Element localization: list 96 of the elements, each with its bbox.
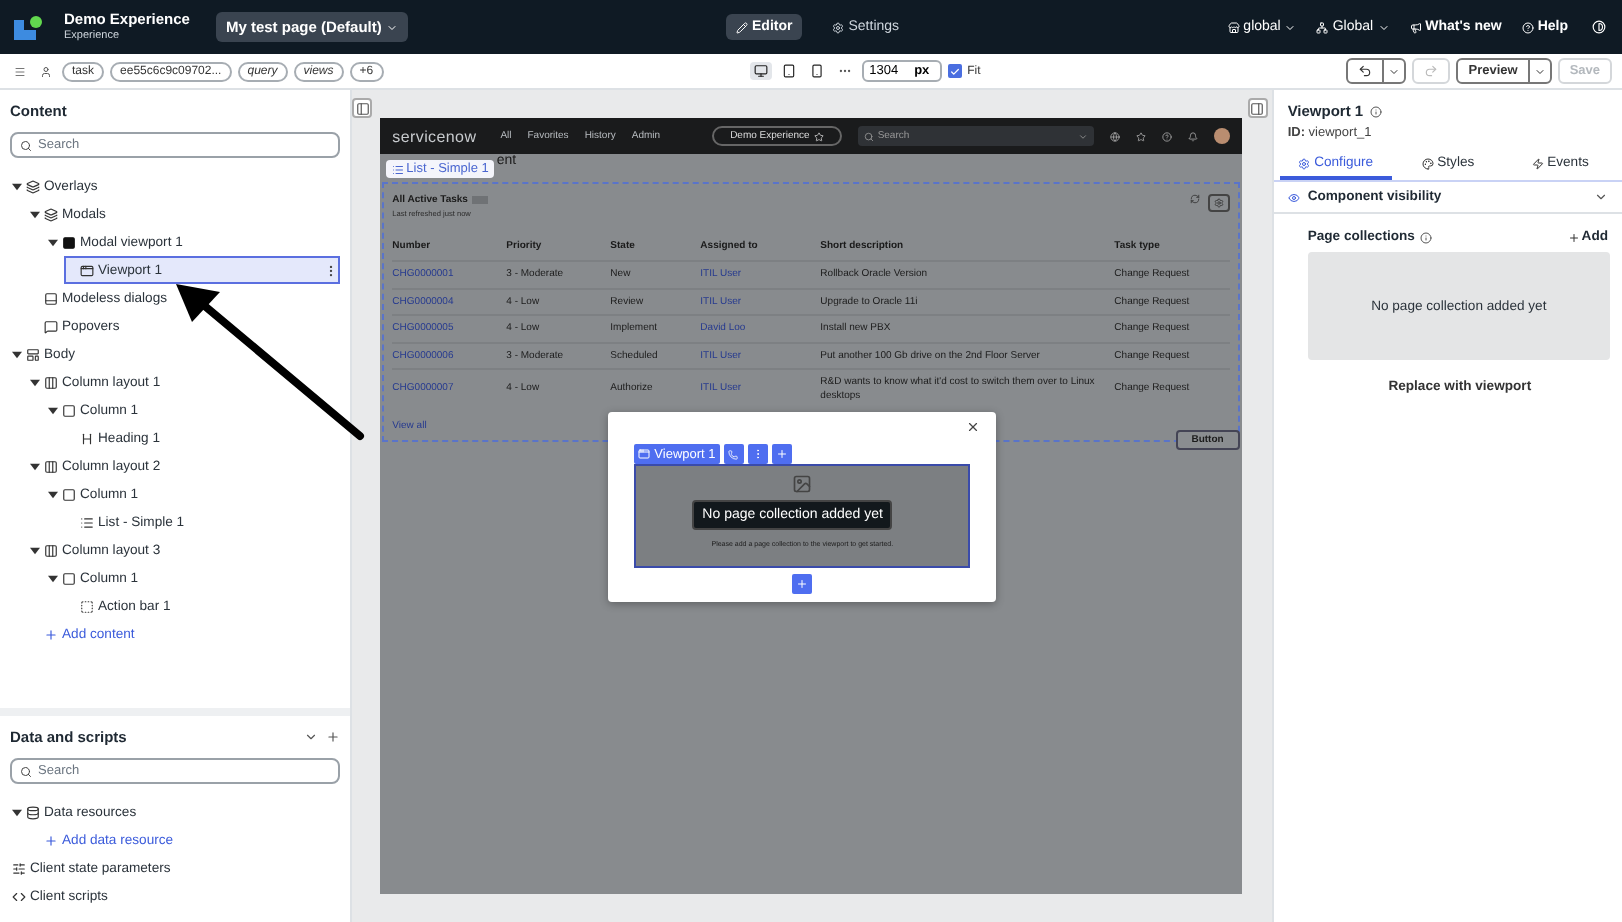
sliders-icon bbox=[12, 861, 26, 875]
columns-icon bbox=[44, 543, 58, 557]
layers-icon bbox=[26, 179, 40, 193]
square-icon bbox=[62, 403, 76, 417]
chevron-down-icon bbox=[1377, 21, 1390, 33]
collapse-panel-icon[interactable] bbox=[352, 98, 373, 118]
phone-icon bbox=[809, 64, 824, 78]
caret-icon[interactable] bbox=[48, 489, 58, 499]
plus-icon bbox=[1567, 231, 1580, 243]
chevron-down-icon bbox=[1284, 21, 1297, 33]
refresh-icon bbox=[1189, 194, 1200, 204]
globe-icon bbox=[1109, 131, 1120, 141]
caret-icon[interactable] bbox=[12, 807, 22, 817]
help-icon bbox=[1521, 21, 1534, 33]
square-icon bbox=[62, 235, 76, 249]
caret-icon[interactable] bbox=[48, 573, 58, 583]
chevron-down-icon bbox=[1388, 65, 1401, 77]
plus-icon bbox=[775, 448, 788, 460]
kebab-button[interactable] bbox=[747, 444, 768, 464]
collapse-panel-icon[interactable] bbox=[1247, 98, 1268, 118]
star-icon bbox=[813, 131, 824, 141]
plus-icon bbox=[326, 730, 341, 744]
caret-icon[interactable] bbox=[30, 377, 40, 387]
database-icon bbox=[26, 805, 40, 819]
logo-icon bbox=[12, 13, 44, 41]
image-icon bbox=[792, 474, 813, 494]
chevron-down-icon bbox=[1533, 65, 1546, 77]
chevron-down-icon bbox=[304, 730, 319, 744]
columns-icon bbox=[44, 459, 58, 473]
columns-icon bbox=[44, 375, 58, 389]
info-icon bbox=[1369, 105, 1382, 117]
phone-button[interactable] bbox=[723, 444, 744, 464]
caret-icon[interactable] bbox=[30, 209, 40, 219]
undo-button[interactable] bbox=[1346, 58, 1407, 84]
phone-icon bbox=[728, 449, 739, 459]
code-icon bbox=[12, 889, 26, 903]
search-icon bbox=[20, 139, 32, 151]
speech-bubble-icon bbox=[44, 319, 58, 333]
list-icon bbox=[392, 163, 405, 175]
menu-icon[interactable] bbox=[10, 63, 30, 79]
bell-icon bbox=[1187, 131, 1198, 141]
chevron-down-icon bbox=[1594, 190, 1608, 204]
palette-icon bbox=[1421, 157, 1434, 169]
add-button[interactable] bbox=[792, 574, 813, 594]
window-icon bbox=[80, 263, 94, 277]
desktop-icon bbox=[753, 64, 768, 78]
fit-checkbox[interactable] bbox=[947, 64, 962, 78]
megaphone-icon bbox=[1409, 21, 1422, 33]
bolt-icon bbox=[1531, 157, 1544, 169]
person-icon[interactable] bbox=[36, 63, 56, 79]
caret-icon[interactable] bbox=[30, 461, 40, 471]
info-icon bbox=[1420, 231, 1433, 243]
plus-icon bbox=[44, 833, 58, 847]
star-icon bbox=[1135, 131, 1146, 141]
device-button[interactable] bbox=[749, 62, 772, 80]
window-icon bbox=[638, 448, 651, 460]
store-icon bbox=[1227, 21, 1240, 33]
gear-icon bbox=[832, 21, 845, 33]
dashed-square-icon bbox=[80, 599, 94, 613]
panel-icon bbox=[44, 291, 58, 305]
tablet-icon bbox=[781, 64, 796, 78]
pencil-icon bbox=[736, 21, 749, 33]
caret-icon[interactable] bbox=[12, 349, 22, 359]
gear-icon bbox=[1213, 198, 1224, 208]
square-icon bbox=[62, 571, 76, 585]
avatar[interactable] bbox=[1213, 128, 1230, 144]
square-icon bbox=[62, 487, 76, 501]
panel-icon bbox=[355, 101, 370, 115]
caret-icon[interactable] bbox=[48, 237, 58, 247]
close-icon bbox=[966, 420, 981, 434]
search-icon bbox=[20, 765, 32, 777]
search-icon bbox=[863, 131, 874, 141]
heading-icon bbox=[80, 431, 94, 445]
logo-text: servicenow bbox=[392, 127, 477, 145]
layout-icon bbox=[26, 347, 40, 361]
close-button[interactable] bbox=[966, 420, 981, 434]
hierarchy-icon bbox=[1316, 21, 1329, 33]
caret-icon[interactable] bbox=[48, 405, 58, 415]
caret-icon[interactable] bbox=[12, 181, 22, 191]
eye-icon bbox=[1287, 191, 1300, 203]
panel-icon bbox=[1250, 101, 1265, 115]
plus-icon bbox=[44, 627, 58, 641]
settings-button[interactable] bbox=[1207, 194, 1230, 212]
contrast-icon[interactable] bbox=[1588, 18, 1610, 36]
chevron-down-icon bbox=[1077, 131, 1088, 141]
layers-icon bbox=[44, 207, 58, 221]
chevron-down-icon bbox=[385, 21, 398, 33]
undo-icon bbox=[1358, 64, 1373, 78]
list-icon bbox=[80, 515, 94, 529]
help-icon bbox=[1161, 131, 1172, 141]
caret-icon[interactable] bbox=[30, 545, 40, 555]
add-button[interactable] bbox=[771, 444, 792, 464]
gear-icon bbox=[1298, 157, 1311, 169]
preview-dropdown[interactable] bbox=[1527, 60, 1550, 82]
redo-icon bbox=[1424, 64, 1439, 78]
plus-icon bbox=[796, 578, 809, 591]
